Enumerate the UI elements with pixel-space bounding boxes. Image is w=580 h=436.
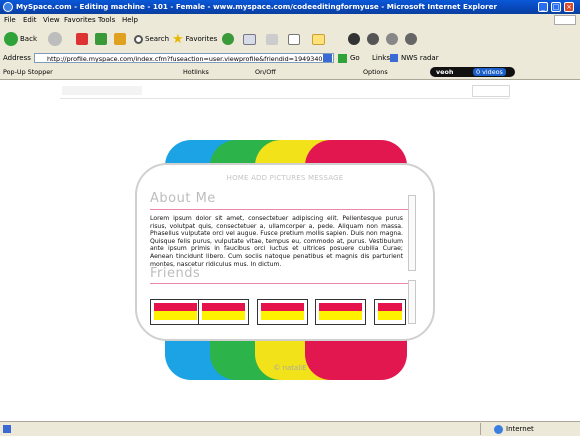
search-icon xyxy=(134,34,143,44)
profile-card: HOME ADD PICTURES MESSAGE About Me Lorem… xyxy=(135,163,435,341)
title-bar: MySpace.com - Editing machine - 101 - Fe… xyxy=(0,0,580,14)
standard-toolbar: Back Search ★ Favorites xyxy=(0,26,580,53)
search-button[interactable]: Search xyxy=(134,31,169,47)
nws-icon xyxy=(390,54,398,62)
menu-file[interactable]: File xyxy=(4,16,16,24)
links-label[interactable]: Links xyxy=(372,54,390,62)
veoh-widget[interactable]: veoh 0 videos xyxy=(430,67,515,77)
folder-button[interactable] xyxy=(312,31,325,47)
tool-button[interactable] xyxy=(405,31,417,47)
friend-thumbnail[interactable] xyxy=(198,299,249,325)
friends-heading: Friends xyxy=(150,266,201,281)
security-zone: Internet xyxy=(506,425,534,433)
address-dropdown-icon[interactable] xyxy=(323,54,332,62)
status-bar: Internet xyxy=(0,421,580,436)
stop-icon xyxy=(76,33,88,45)
history-button[interactable] xyxy=(222,31,234,47)
status-divider xyxy=(480,423,481,435)
messenger-icon xyxy=(348,33,360,45)
stop-button[interactable] xyxy=(76,31,88,47)
options-button[interactable]: Options xyxy=(363,68,388,76)
veoh-logo: veoh xyxy=(436,68,454,76)
about-divider xyxy=(150,209,408,210)
favorites-label: Favorites xyxy=(185,35,218,43)
friends-scrollbar[interactable] xyxy=(408,280,416,324)
edit-button[interactable] xyxy=(288,31,300,47)
history-icon xyxy=(222,33,234,45)
mail-button[interactable] xyxy=(243,31,256,47)
research-button[interactable] xyxy=(367,31,379,47)
favorites-button[interactable]: ★ Favorites xyxy=(172,31,217,47)
maximize-button[interactable]: □ xyxy=(551,2,561,12)
star-icon: ★ xyxy=(172,31,184,47)
about-scrollbar[interactable] xyxy=(408,195,416,271)
menu-view[interactable]: View xyxy=(43,16,60,24)
tool-icon xyxy=(405,33,417,45)
print-icon xyxy=(266,33,278,45)
about-me-text: Lorem ipsum dolor sit amet, consectetuer… xyxy=(150,215,403,268)
refresh-icon xyxy=(95,33,107,45)
forward-arrow-icon xyxy=(48,32,62,46)
friend-thumbnail[interactable] xyxy=(315,299,366,325)
close-button[interactable]: × xyxy=(564,2,574,12)
header-search-box[interactable] xyxy=(472,85,510,97)
go-arrow-icon[interactable] xyxy=(338,54,347,63)
forward-button[interactable] xyxy=(48,31,62,47)
address-label: Address xyxy=(3,54,31,62)
address-bar: Address http://profile.myspace.com/index… xyxy=(0,52,580,66)
onoff-button[interactable]: On/Off xyxy=(255,68,276,76)
about-me-heading: About Me xyxy=(150,191,216,206)
address-input[interactable]: http://profile.myspace.com/index.cfm?fus… xyxy=(34,53,334,63)
globe-icon xyxy=(494,425,503,434)
designer-credit: © nataliE xyxy=(273,364,307,372)
friend-thumbnail[interactable] xyxy=(150,299,201,325)
refresh-button[interactable] xyxy=(95,31,107,47)
header-banner xyxy=(62,86,142,95)
search-label: Search xyxy=(145,35,170,43)
menu-tools[interactable]: Tools xyxy=(98,16,115,24)
friend-thumbnail[interactable] xyxy=(374,299,406,325)
home-icon xyxy=(114,33,126,45)
popup-stopper-label[interactable]: Pop-Up Stopper xyxy=(3,68,53,76)
messenger-button[interactable] xyxy=(348,31,360,47)
edit-page-icon xyxy=(288,33,300,45)
research-icon xyxy=(367,33,379,45)
back-arrow-icon xyxy=(4,32,18,46)
minimize-button[interactable]: _ xyxy=(538,2,548,12)
menu-edit[interactable]: Edit xyxy=(23,16,37,24)
window-title: MySpace.com - Editing machine - 101 - Fe… xyxy=(16,2,498,11)
discuss-button[interactable] xyxy=(386,31,398,47)
page-content: HOME ADD PICTURES MESSAGE About Me Lorem… xyxy=(0,80,580,421)
internet-explorer-icon xyxy=(3,2,13,12)
folder-icon xyxy=(312,33,325,45)
hotlinks-button[interactable]: Hotlinks xyxy=(183,68,209,76)
friends-divider xyxy=(150,283,408,284)
mail-icon xyxy=(243,33,256,45)
windows-logo-icon xyxy=(554,15,576,25)
discuss-icon xyxy=(386,33,398,45)
nws-radar-link[interactable]: NWS radar xyxy=(401,54,439,62)
back-label: Back xyxy=(20,35,37,43)
back-button[interactable]: Back xyxy=(4,31,37,47)
go-button[interactable]: Go xyxy=(350,54,360,62)
menu-favorites[interactable]: Favorites xyxy=(64,16,96,24)
print-button[interactable] xyxy=(266,31,278,47)
friend-thumbnail[interactable] xyxy=(257,299,308,325)
profile-nav[interactable]: HOME ADD PICTURES MESSAGE xyxy=(137,174,433,182)
menu-help[interactable]: Help xyxy=(122,16,138,24)
page-status-icon xyxy=(3,425,11,433)
home-button[interactable] xyxy=(114,31,126,47)
veoh-videos-count[interactable]: 0 videos xyxy=(473,68,506,76)
